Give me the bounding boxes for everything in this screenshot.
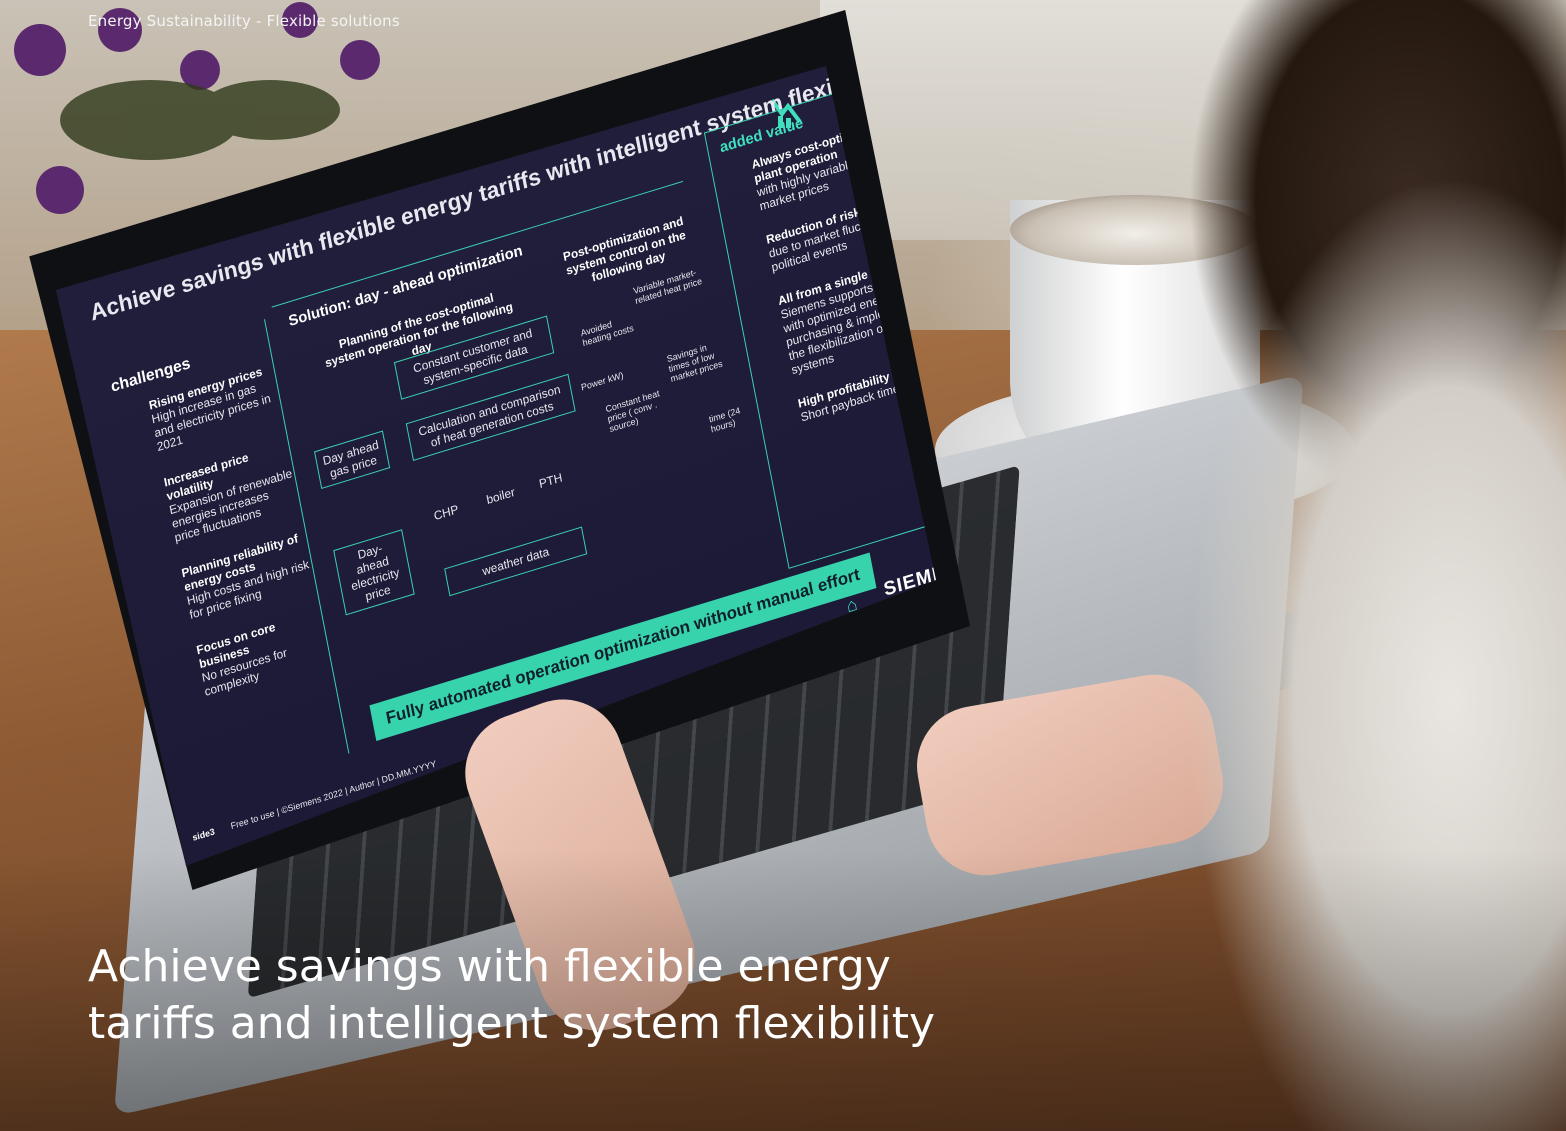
challenge-item: Focus on core business No resources for … xyxy=(195,606,330,699)
chp-label: CHP xyxy=(432,501,460,524)
boiler-label: boiler xyxy=(485,484,517,508)
photo-scene: Achieve savings with flexible energy tar… xyxy=(0,0,1566,1131)
bottom-shade xyxy=(0,850,1566,1131)
chart-label-y: Power kW) xyxy=(580,369,625,393)
chart-label-savings: Savings in times of low market prices xyxy=(665,342,724,385)
chart-label-constant: Constant heat price ( conv . source) xyxy=(604,388,661,435)
electricity-price-box: Day- ahead electricity price xyxy=(333,529,415,616)
challenge-item: Increased price volatility Expansion of … xyxy=(163,438,301,545)
weather-data-box: weather data xyxy=(444,526,588,597)
gas-price-box: Day ahead gas price xyxy=(314,430,391,490)
pth-label: PTH xyxy=(537,470,564,492)
chart-label-variable: Variable market-related heat price xyxy=(632,267,703,306)
footer-page: side3 xyxy=(191,826,216,843)
challenge-item: Planning reliability of energy costs Hig… xyxy=(180,529,315,622)
chart-label-avoided: Avoided heating costs xyxy=(579,318,635,349)
chart-label-x: time (24 hours) xyxy=(708,405,742,435)
